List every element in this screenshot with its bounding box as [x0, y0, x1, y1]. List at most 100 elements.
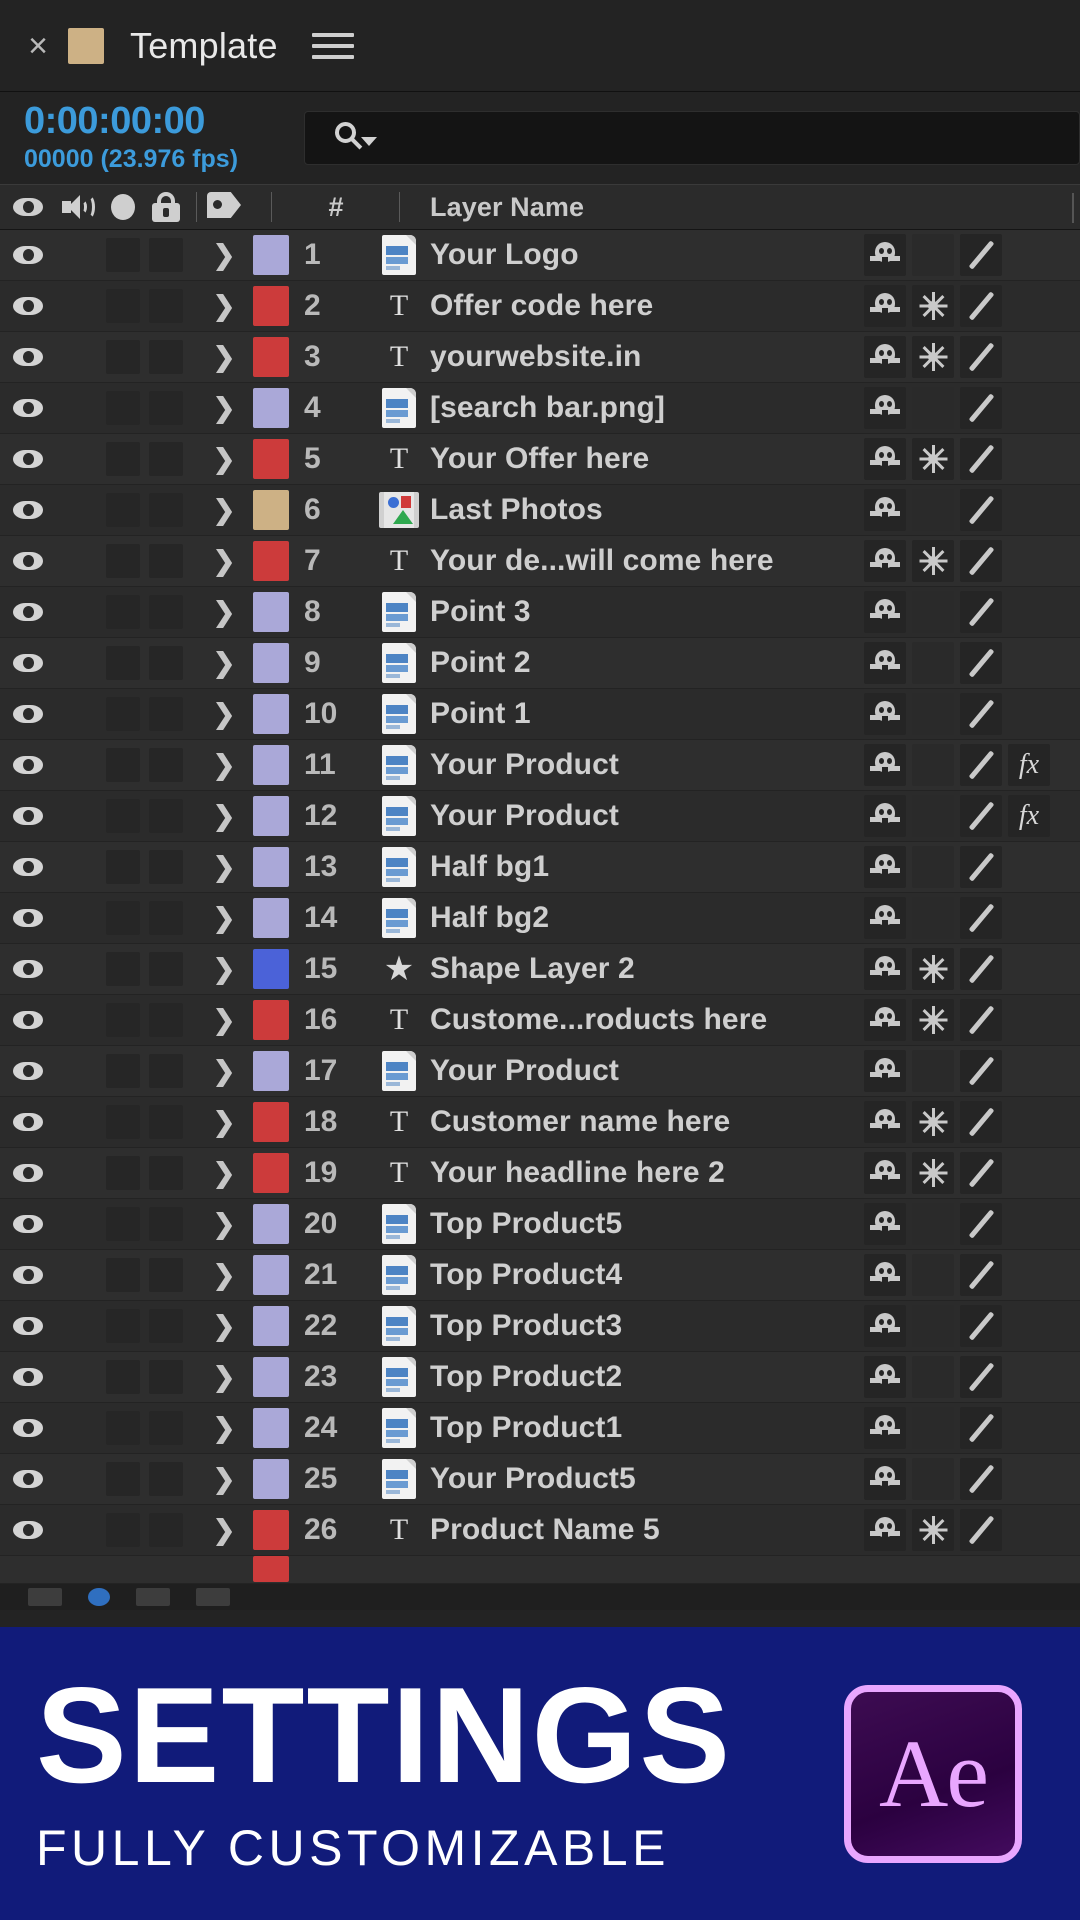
layer-twirl-arrow[interactable]: ❯ — [204, 547, 244, 575]
layer-label-color[interactable] — [244, 1459, 298, 1499]
layer-visibility-toggle[interactable] — [0, 342, 56, 372]
continuously-rasterize-icon[interactable] — [864, 285, 906, 327]
switch-empty[interactable] — [912, 1254, 954, 1296]
layer-name[interactable]: Top Product3 — [430, 1309, 860, 1343]
switch-empty[interactable] — [1008, 693, 1050, 735]
layer-visibility-toggle[interactable] — [0, 240, 56, 270]
current-time-display[interactable]: 0:00:00:00 00000 (23.976 fps) — [24, 101, 304, 174]
layer-label-color[interactable] — [244, 847, 298, 887]
switch-empty[interactable] — [1008, 438, 1050, 480]
layer-name[interactable]: Your Offer here — [430, 442, 860, 476]
table-row[interactable]: ❯ 23 Top Product2 — [0, 1352, 1080, 1403]
layer-label-color[interactable] — [244, 796, 298, 836]
layer-label-color[interactable] — [244, 388, 298, 428]
switch-empty[interactable] — [912, 846, 954, 888]
layer-twirl-arrow[interactable]: ❯ — [204, 1210, 244, 1238]
layer-twirl-arrow[interactable]: ❯ — [204, 751, 244, 779]
layer-name[interactable]: Last Photos — [430, 493, 860, 527]
sun-quality-icon[interactable] — [912, 438, 954, 480]
switch-empty[interactable] — [912, 234, 954, 276]
continuously-rasterize-icon[interactable] — [864, 336, 906, 378]
continuously-rasterize-icon[interactable] — [864, 1101, 906, 1143]
layer-name[interactable]: [search bar.png] — [430, 391, 860, 425]
layer-lock-toggle[interactable] — [144, 1462, 188, 1496]
hamburger-menu-icon[interactable] — [311, 29, 354, 63]
layer-solo-toggle[interactable] — [102, 238, 144, 272]
layer-name[interactable]: Top Product4 — [430, 1258, 860, 1292]
motion-blur-icon[interactable] — [960, 1254, 1002, 1296]
layer-visibility-toggle[interactable] — [0, 597, 56, 627]
layer-solo-toggle[interactable] — [102, 1207, 144, 1241]
switch-empty[interactable] — [1008, 1458, 1050, 1500]
table-row[interactable]: ❯ 1 Your Logo — [0, 230, 1080, 281]
layer-visibility-toggle[interactable] — [0, 852, 56, 882]
header-layer-name-column[interactable]: Layer Name — [430, 184, 860, 230]
layer-name[interactable]: Offer code here — [430, 289, 860, 323]
layer-solo-toggle[interactable] — [102, 1054, 144, 1088]
layer-twirl-arrow[interactable]: ❯ — [204, 802, 244, 830]
layer-visibility-toggle[interactable] — [0, 444, 56, 474]
switch-empty[interactable] — [1008, 591, 1050, 633]
layer-name[interactable]: Your headline here 2 — [430, 1156, 860, 1190]
layer-twirl-arrow[interactable]: ❯ — [204, 700, 244, 728]
table-row[interactable]: ❯ 18 T Customer name here — [0, 1097, 1080, 1148]
table-row[interactable]: ❯ 17 Your Product — [0, 1046, 1080, 1097]
switch-empty[interactable] — [1008, 1101, 1050, 1143]
effects-fx-icon[interactable]: fx — [1008, 744, 1050, 786]
layer-twirl-arrow[interactable]: ❯ — [204, 904, 244, 932]
layer-solo-toggle[interactable] — [102, 442, 144, 476]
composition-tab-title[interactable]: Template — [130, 25, 278, 67]
sun-quality-icon[interactable] — [912, 1152, 954, 1194]
switch-empty[interactable] — [912, 795, 954, 837]
layer-twirl-arrow[interactable]: ❯ — [204, 394, 244, 422]
layer-name[interactable]: Your de...will come here — [430, 544, 860, 578]
tool-button-active[interactable] — [88, 1588, 110, 1606]
layer-visibility-toggle[interactable] — [0, 903, 56, 933]
layer-lock-toggle[interactable] — [144, 1513, 188, 1547]
table-row[interactable]: ❯ 20 Top Product5 — [0, 1199, 1080, 1250]
motion-blur-icon[interactable] — [960, 693, 1002, 735]
motion-blur-icon[interactable] — [960, 1305, 1002, 1347]
table-row[interactable]: ❯ 7 T Your de...will come here — [0, 536, 1080, 587]
sun-quality-icon[interactable] — [912, 336, 954, 378]
switch-empty[interactable] — [912, 1458, 954, 1500]
layer-label-color[interactable] — [244, 898, 298, 938]
motion-blur-icon[interactable] — [960, 948, 1002, 990]
switch-empty[interactable] — [1008, 642, 1050, 684]
continuously-rasterize-icon[interactable] — [864, 948, 906, 990]
layer-twirl-arrow[interactable]: ❯ — [204, 1057, 244, 1085]
continuously-rasterize-icon[interactable] — [864, 387, 906, 429]
layer-name[interactable]: Point 1 — [430, 697, 860, 731]
layer-twirl-arrow[interactable]: ❯ — [204, 598, 244, 626]
layer-twirl-arrow[interactable]: ❯ — [204, 1108, 244, 1136]
switch-empty[interactable] — [1008, 1509, 1050, 1551]
layer-lock-toggle[interactable] — [144, 850, 188, 884]
switch-empty[interactable] — [912, 744, 954, 786]
layer-twirl-arrow[interactable]: ❯ — [204, 955, 244, 983]
motion-blur-icon[interactable] — [960, 387, 1002, 429]
layer-lock-toggle[interactable] — [144, 442, 188, 476]
table-row[interactable]: ❯ 16 T Custome...roducts here — [0, 995, 1080, 1046]
layer-lock-toggle[interactable] — [144, 799, 188, 833]
switch-empty[interactable] — [1008, 336, 1050, 378]
layer-twirl-arrow[interactable]: ❯ — [204, 445, 244, 473]
layer-name[interactable]: Top Product5 — [430, 1207, 860, 1241]
layer-label-color[interactable] — [244, 541, 298, 581]
layer-label-color[interactable] — [244, 490, 298, 530]
table-row[interactable]: ❯ 11 Your Product fx — [0, 740, 1080, 791]
layer-visibility-toggle[interactable] — [0, 1362, 56, 1392]
layer-solo-toggle[interactable] — [102, 901, 144, 935]
header-label-column[interactable] — [204, 184, 244, 230]
header-audio-column[interactable] — [56, 184, 102, 230]
layer-label-color[interactable] — [244, 1408, 298, 1448]
layer-solo-toggle[interactable] — [102, 850, 144, 884]
table-row[interactable]: ❯ 21 Top Product4 — [0, 1250, 1080, 1301]
layer-label-color[interactable] — [244, 235, 298, 275]
motion-blur-icon[interactable] — [960, 1458, 1002, 1500]
motion-blur-icon[interactable] — [960, 1101, 1002, 1143]
motion-blur-icon[interactable] — [960, 1152, 1002, 1194]
switch-empty[interactable] — [912, 1305, 954, 1347]
motion-blur-icon[interactable] — [960, 897, 1002, 939]
layer-visibility-toggle[interactable] — [0, 1107, 56, 1137]
layer-lock-toggle[interactable] — [144, 493, 188, 527]
